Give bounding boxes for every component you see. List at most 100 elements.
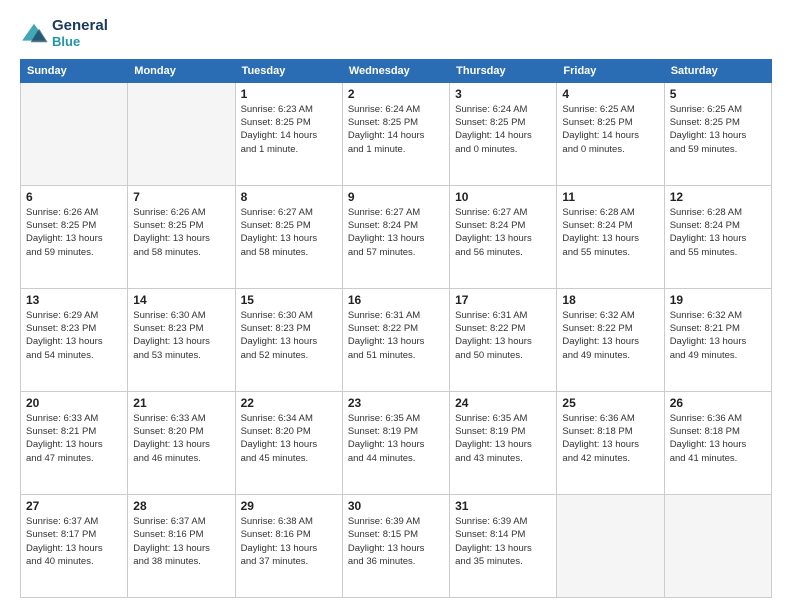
weekday-header-saturday: Saturday xyxy=(664,59,771,82)
calendar-cell: 4 Sunrise: 6:25 AM Sunset: 8:25 PM Daylig… xyxy=(557,82,664,185)
calendar-cell: 22 Sunrise: 6:34 AM Sunset: 8:20 PM Dayli… xyxy=(235,391,342,494)
day-number: 20 xyxy=(26,396,122,410)
week-row-3: 13 Sunrise: 6:29 AM Sunset: 8:23 PM Dayli… xyxy=(21,288,772,391)
calendar-cell: 27 Sunrise: 6:37 AM Sunset: 8:17 PM Dayli… xyxy=(21,494,128,597)
day-info: Sunrise: 6:24 AM Sunset: 8:25 PM Dayligh… xyxy=(348,103,444,156)
calendar-cell: 11 Sunrise: 6:28 AM Sunset: 8:24 PM Dayli… xyxy=(557,185,664,288)
weekday-header-friday: Friday xyxy=(557,59,664,82)
calendar-cell: 21Sunrise: 6:33 AM Sunset: 8:20 PM Dayli… xyxy=(128,391,235,494)
logo-text: General Blue xyxy=(52,18,108,49)
calendar-cell xyxy=(21,82,128,185)
day-info: Sunrise: 6:23 AM Sunset: 8:25 PM Dayligh… xyxy=(241,103,337,156)
weekday-header-thursday: Thursday xyxy=(450,59,557,82)
calendar-cell: 17 Sunrise: 6:31 AM Sunset: 8:22 PM Dayli… xyxy=(450,288,557,391)
calendar-cell: 16 Sunrise: 6:31 AM Sunset: 8:22 PM Dayli… xyxy=(342,288,449,391)
week-row-4: 20 Sunrise: 6:33 AM Sunset: 8:21 PM Dayli… xyxy=(21,391,772,494)
day-number: 17 xyxy=(455,293,551,307)
calendar-cell: 24Sunrise: 6:35 AM Sunset: 8:19 PM Dayli… xyxy=(450,391,557,494)
logo: General Blue xyxy=(20,18,108,49)
day-number: 1 xyxy=(241,87,337,101)
weekday-header-wednesday: Wednesday xyxy=(342,59,449,82)
day-number: 6 xyxy=(26,190,122,204)
day-info: Sunrise: 6:28 AM Sunset: 8:24 PM Dayligh… xyxy=(562,206,658,259)
calendar-cell: 26 Sunrise: 6:36 AM Sunset: 8:18 PM Dayli… xyxy=(664,391,771,494)
day-number: 15 xyxy=(241,293,337,307)
day-info: Sunrise: 6:33 AM Sunset: 8:20 PM Dayligh… xyxy=(133,412,229,465)
day-info: Sunrise: 6:35 AM Sunset: 8:19 PM Dayligh… xyxy=(455,412,551,465)
calendar-cell: 28 Sunrise: 6:37 AM Sunset: 8:16 PM Dayli… xyxy=(128,494,235,597)
day-number: 8 xyxy=(241,190,337,204)
day-info: Sunrise: 6:35 AM Sunset: 8:19 PM Dayligh… xyxy=(348,412,444,465)
day-number: 31 xyxy=(455,499,551,513)
weekday-header-row: SundayMondayTuesdayWednesdayThursdayFrid… xyxy=(21,59,772,82)
calendar-cell xyxy=(664,494,771,597)
day-info: Sunrise: 6:28 AM Sunset: 8:24 PM Dayligh… xyxy=(670,206,766,259)
day-info: Sunrise: 6:30 AM Sunset: 8:23 PM Dayligh… xyxy=(241,309,337,362)
day-number: 4 xyxy=(562,87,658,101)
week-row-2: 6 Sunrise: 6:26 AM Sunset: 8:25 PM Daylig… xyxy=(21,185,772,288)
calendar-cell: 20 Sunrise: 6:33 AM Sunset: 8:21 PM Dayli… xyxy=(21,391,128,494)
day-info: Sunrise: 6:26 AM Sunset: 8:25 PM Dayligh… xyxy=(133,206,229,259)
day-info: Sunrise: 6:37 AM Sunset: 8:16 PM Dayligh… xyxy=(133,515,229,568)
day-info: Sunrise: 6:29 AM Sunset: 8:23 PM Dayligh… xyxy=(26,309,122,362)
week-row-5: 27 Sunrise: 6:37 AM Sunset: 8:17 PM Dayli… xyxy=(21,494,772,597)
day-info: Sunrise: 6:33 AM Sunset: 8:21 PM Dayligh… xyxy=(26,412,122,465)
calendar-cell: 15 Sunrise: 6:30 AM Sunset: 8:23 PM Dayli… xyxy=(235,288,342,391)
day-number: 26 xyxy=(670,396,766,410)
calendar-cell: 1 Sunrise: 6:23 AM Sunset: 8:25 PM Daylig… xyxy=(235,82,342,185)
day-info: Sunrise: 6:38 AM Sunset: 8:16 PM Dayligh… xyxy=(241,515,337,568)
day-info: Sunrise: 6:36 AM Sunset: 8:18 PM Dayligh… xyxy=(562,412,658,465)
day-number: 2 xyxy=(348,87,444,101)
day-info: Sunrise: 6:39 AM Sunset: 8:15 PM Dayligh… xyxy=(348,515,444,568)
day-number: 28 xyxy=(133,499,229,513)
day-info: Sunrise: 6:24 AM Sunset: 8:25 PM Dayligh… xyxy=(455,103,551,156)
day-number: 9 xyxy=(348,190,444,204)
calendar-cell: 29Sunrise: 6:38 AM Sunset: 8:16 PM Dayli… xyxy=(235,494,342,597)
day-info: Sunrise: 6:31 AM Sunset: 8:22 PM Dayligh… xyxy=(348,309,444,362)
day-number: 12 xyxy=(670,190,766,204)
day-number: 5 xyxy=(670,87,766,101)
calendar-cell: 31 Sunrise: 6:39 AM Sunset: 8:14 PM Dayli… xyxy=(450,494,557,597)
day-info: Sunrise: 6:25 AM Sunset: 8:25 PM Dayligh… xyxy=(670,103,766,156)
calendar-cell: 30Sunrise: 6:39 AM Sunset: 8:15 PM Dayli… xyxy=(342,494,449,597)
day-number: 27 xyxy=(26,499,122,513)
day-info: Sunrise: 6:26 AM Sunset: 8:25 PM Dayligh… xyxy=(26,206,122,259)
day-number: 11 xyxy=(562,190,658,204)
calendar-cell: 10 Sunrise: 6:27 AM Sunset: 8:24 PM Dayli… xyxy=(450,185,557,288)
calendar-cell: 12 Sunrise: 6:28 AM Sunset: 8:24 PM Dayli… xyxy=(664,185,771,288)
day-info: Sunrise: 6:31 AM Sunset: 8:22 PM Dayligh… xyxy=(455,309,551,362)
day-number: 22 xyxy=(241,396,337,410)
calendar-cell: 8Sunrise: 6:27 AM Sunset: 8:25 PM Daylig… xyxy=(235,185,342,288)
day-info: Sunrise: 6:36 AM Sunset: 8:18 PM Dayligh… xyxy=(670,412,766,465)
day-number: 19 xyxy=(670,293,766,307)
weekday-header-tuesday: Tuesday xyxy=(235,59,342,82)
day-info: Sunrise: 6:32 AM Sunset: 8:21 PM Dayligh… xyxy=(670,309,766,362)
day-number: 3 xyxy=(455,87,551,101)
day-number: 14 xyxy=(133,293,229,307)
week-row-1: 1 Sunrise: 6:23 AM Sunset: 8:25 PM Daylig… xyxy=(21,82,772,185)
day-info: Sunrise: 6:39 AM Sunset: 8:14 PM Dayligh… xyxy=(455,515,551,568)
weekday-header-sunday: Sunday xyxy=(21,59,128,82)
day-number: 13 xyxy=(26,293,122,307)
logo-icon xyxy=(20,22,48,44)
day-info: Sunrise: 6:30 AM Sunset: 8:23 PM Dayligh… xyxy=(133,309,229,362)
calendar-cell: 7 Sunrise: 6:26 AM Sunset: 8:25 PM Daylig… xyxy=(128,185,235,288)
calendar-cell: 5 Sunrise: 6:25 AM Sunset: 8:25 PM Daylig… xyxy=(664,82,771,185)
day-info: Sunrise: 6:25 AM Sunset: 8:25 PM Dayligh… xyxy=(562,103,658,156)
day-number: 16 xyxy=(348,293,444,307)
day-info: Sunrise: 6:37 AM Sunset: 8:17 PM Dayligh… xyxy=(26,515,122,568)
day-number: 25 xyxy=(562,396,658,410)
day-info: Sunrise: 6:34 AM Sunset: 8:20 PM Dayligh… xyxy=(241,412,337,465)
calendar-table: SundayMondayTuesdayWednesdayThursdayFrid… xyxy=(20,59,772,598)
day-number: 7 xyxy=(133,190,229,204)
calendar-cell xyxy=(557,494,664,597)
calendar-cell: 23 Sunrise: 6:35 AM Sunset: 8:19 PM Dayli… xyxy=(342,391,449,494)
calendar-cell: 14 Sunrise: 6:30 AM Sunset: 8:23 PM Dayli… xyxy=(128,288,235,391)
calendar-cell: 25 Sunrise: 6:36 AM Sunset: 8:18 PM Dayli… xyxy=(557,391,664,494)
calendar-cell: 19 Sunrise: 6:32 AM Sunset: 8:21 PM Dayli… xyxy=(664,288,771,391)
day-info: Sunrise: 6:27 AM Sunset: 8:24 PM Dayligh… xyxy=(455,206,551,259)
day-number: 23 xyxy=(348,396,444,410)
day-number: 10 xyxy=(455,190,551,204)
calendar-cell: 6 Sunrise: 6:26 AM Sunset: 8:25 PM Daylig… xyxy=(21,185,128,288)
day-number: 18 xyxy=(562,293,658,307)
